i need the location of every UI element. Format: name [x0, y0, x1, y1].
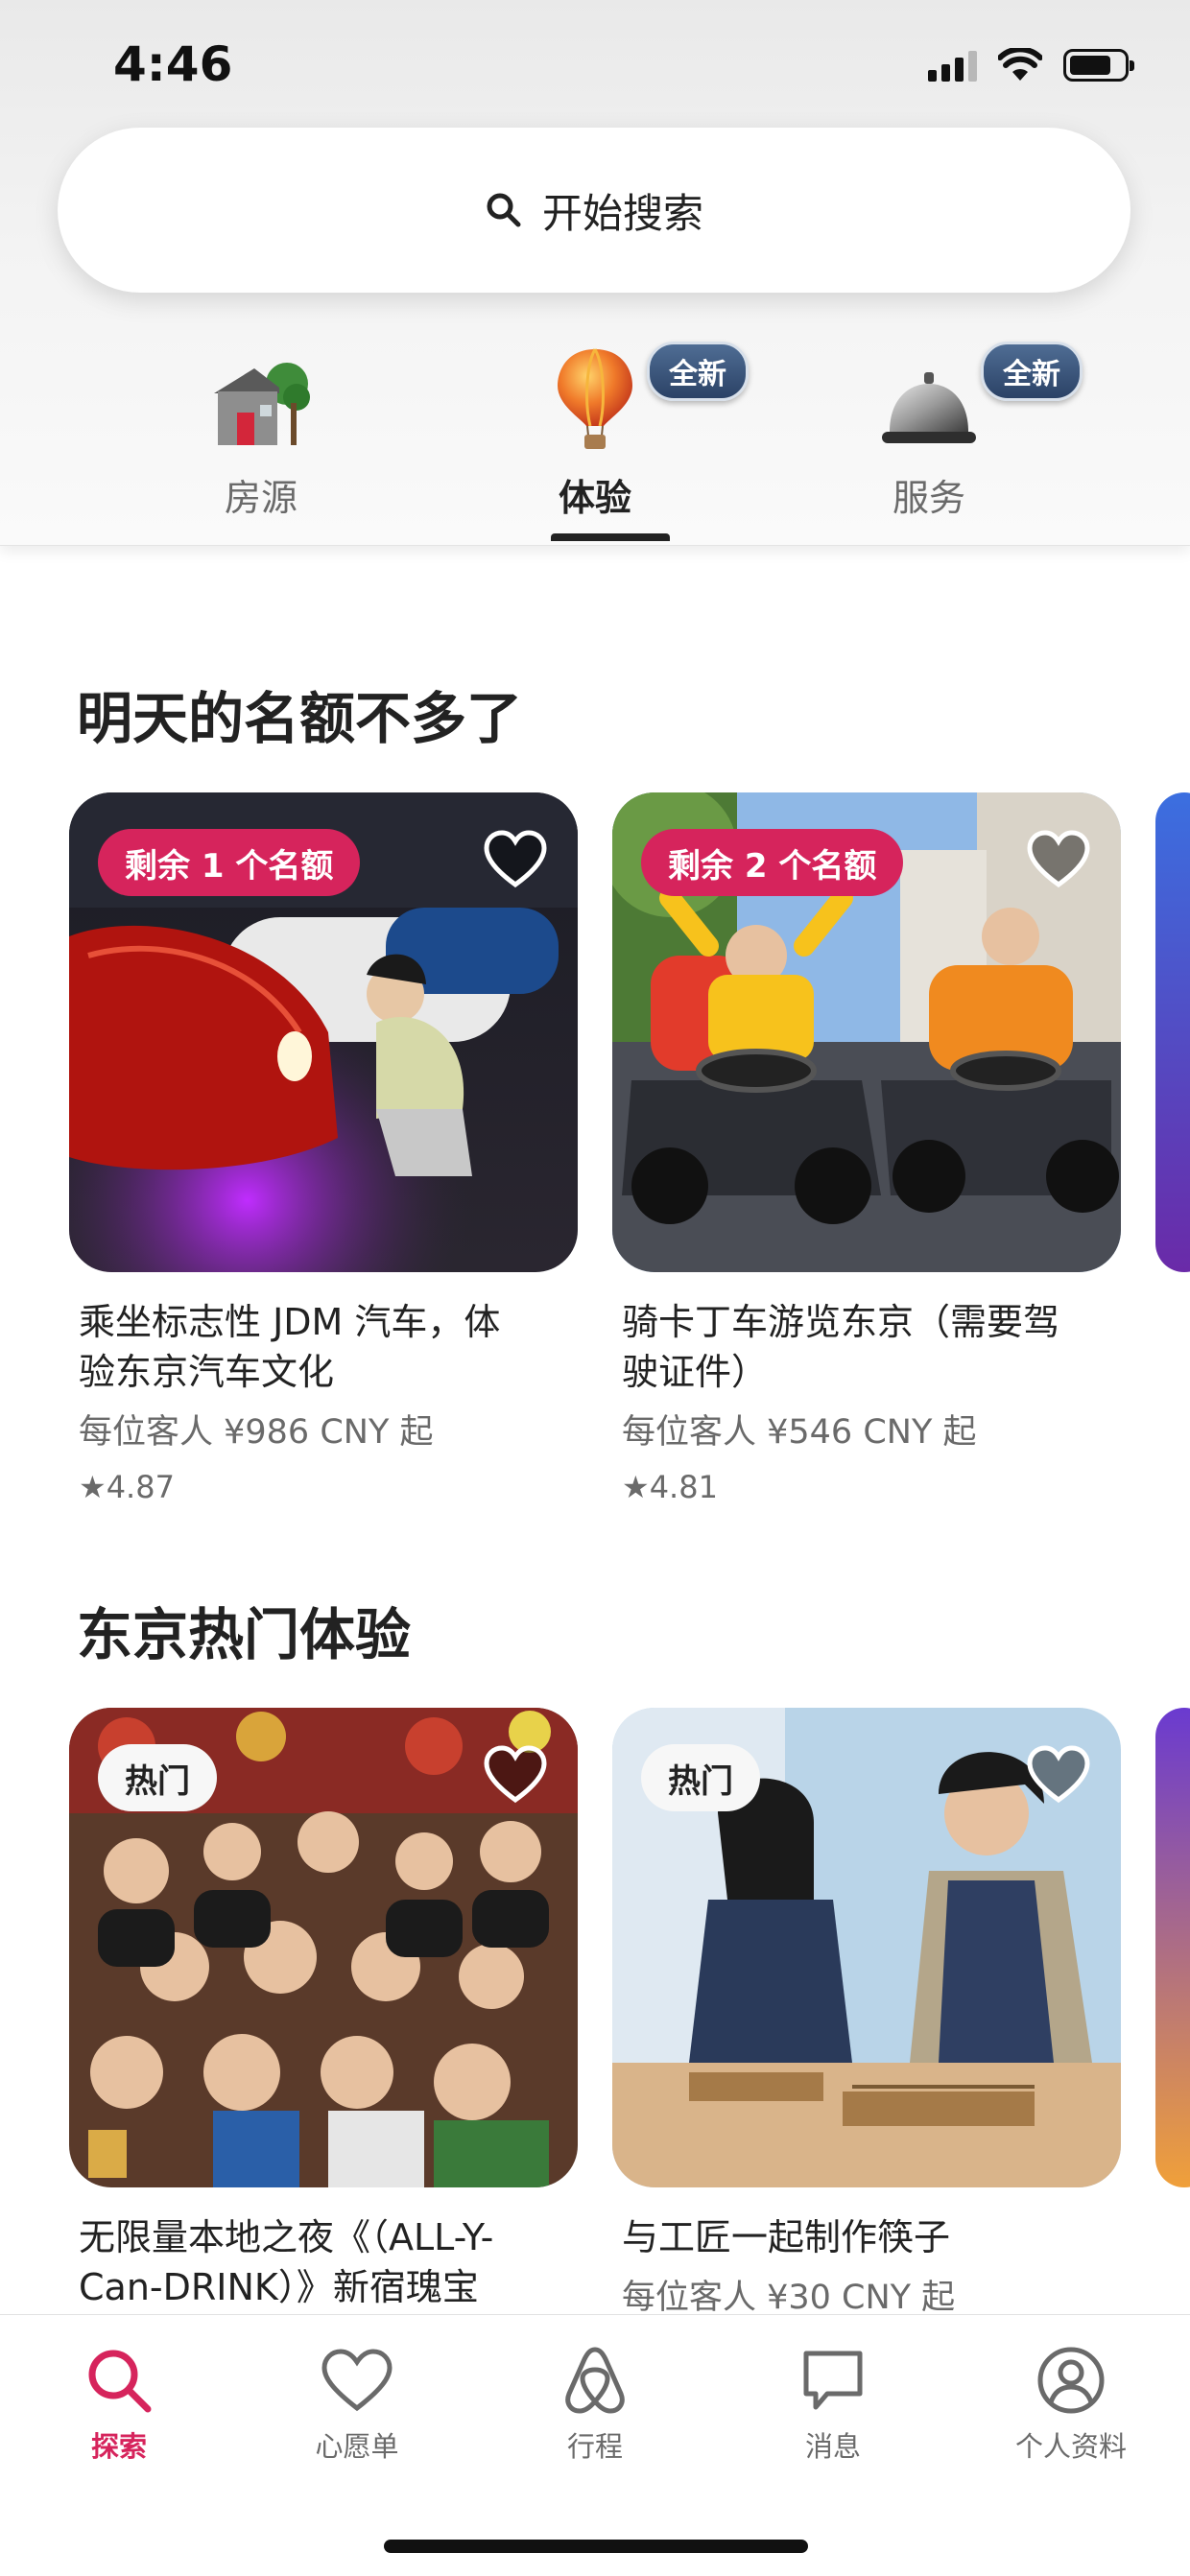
card-title: 无限量本地之夜《（ALL-Y- Can-DRINK）》新宿瑰宝	[69, 2212, 578, 2312]
tab-explore[interactable]: 探索	[23, 2342, 215, 2465]
card-title-line: Can-DRINK）》新宿瑰宝	[79, 2266, 479, 2308]
wishlist-heart-icon[interactable]	[482, 827, 549, 894]
cellular-signal-icon	[928, 49, 977, 82]
card-photo-izakaya-night: 热门	[69, 1708, 578, 2187]
category-label: 服务	[892, 477, 965, 519]
card-photo-chopstick-making: 热门	[612, 1708, 1121, 2187]
card-title: 乘坐标志性 JDM 汽车，体 验东京汽车文化	[69, 1297, 578, 1397]
section-title: 东京热门体验	[77, 1602, 412, 1667]
card-title-line: 骑卡丁车游览东京（需要驾	[622, 1301, 1060, 1343]
card-price: 每位客人 ¥986 CNY 起	[79, 1413, 434, 1452]
card-price: 每位客人 ¥30 CNY 起	[622, 2279, 956, 2317]
wishlist-heart-icon[interactable]	[1025, 827, 1092, 894]
search-bar[interactable]: 开始搜索	[58, 128, 1130, 293]
header: 4:46 开始搜索 房源 体验 全新 服务 全新	[0, 0, 1190, 546]
card-title-line: 乘坐标志性 JDM 汽车，体	[79, 1301, 501, 1343]
status-icons	[928, 46, 1134, 84]
new-badge: 全新	[647, 342, 749, 401]
popular-badge: 热门	[98, 1744, 217, 1811]
spots-left-badge: 剩余 2 个名额	[641, 829, 904, 896]
experience-card[interactable]: 热门 无限量本地之夜《（ALL-Y- Can-DRINK）》新宿瑰宝	[69, 1708, 578, 2312]
house-icon	[141, 345, 381, 451]
tab-label: 探索	[90, 2430, 147, 2463]
card-title-line: 无限量本地之夜《（ALL-Y-	[79, 2216, 494, 2258]
tab-messages[interactable]: 消息	[737, 2342, 929, 2465]
search-icon	[487, 193, 521, 227]
experience-card-peek[interactable]	[1155, 1708, 1190, 2187]
wishlist-heart-icon[interactable]	[1025, 1742, 1092, 1809]
experience-card[interactable]: 剩余 2 个名额 骑卡丁车游览东京（需要驾 驶证件） 每位客人 ¥546 CNY…	[612, 792, 1121, 1505]
bottom-tab-bar: 探索 心愿单 行程 消息 个人资料	[0, 2314, 1190, 2576]
message-icon	[737, 2342, 929, 2419]
profile-icon	[975, 2342, 1167, 2419]
tab-label: 行程	[566, 2430, 623, 2463]
experience-card[interactable]: 剩余 1 个名额 乘坐标志性 JDM 汽车，体 验东京汽车文化 每位客人 ¥98…	[69, 792, 578, 1505]
category-tab-homes[interactable]: 房源	[141, 345, 381, 521]
tab-trips[interactable]: 行程	[499, 2342, 691, 2465]
card-title: 与工匠一起制作筷子	[612, 2212, 1121, 2262]
card-rating: ★4.87	[69, 1469, 578, 1505]
active-tab-underline	[551, 533, 670, 541]
category-label: 房源	[224, 477, 298, 519]
popular-badge: 热门	[641, 1744, 760, 1811]
rating-value: 4.87	[106, 1469, 175, 1505]
wishlist-heart-icon[interactable]	[482, 1742, 549, 1809]
card-price: 每位客人 ¥546 CNY 起	[622, 1413, 977, 1452]
search-label: 开始搜索	[541, 189, 703, 237]
star-icon: ★	[622, 1469, 650, 1505]
heart-icon	[261, 2342, 453, 2419]
battery-icon	[1063, 49, 1134, 82]
tab-label: 消息	[804, 2430, 861, 2463]
card-photo-go-kart: 剩余 2 个名额	[612, 792, 1121, 1272]
card-title-line: 驶证件）	[622, 1351, 769, 1393]
airbnb-logo-icon	[499, 2342, 691, 2419]
tab-wishlists[interactable]: 心愿单	[261, 2342, 453, 2465]
search-icon	[23, 2342, 215, 2419]
rating-value: 4.81	[649, 1469, 718, 1505]
tab-label: 心愿单	[315, 2430, 399, 2463]
card-title-line: 与工匠一起制作筷子	[622, 2216, 951, 2258]
section-title: 明天的名额不多了	[77, 686, 523, 751]
card-photo-jdm-car: 剩余 1 个名额	[69, 792, 578, 1272]
card-title-line: 验东京汽车文化	[79, 1351, 335, 1393]
spots-left-badge: 剩余 1 个名额	[98, 829, 361, 896]
status-time: 4:46	[113, 36, 233, 92]
star-icon: ★	[79, 1469, 107, 1505]
card-rating: ★4.81	[612, 1469, 1121, 1505]
tab-profile[interactable]: 个人资料	[975, 2342, 1167, 2465]
wifi-icon	[998, 48, 1042, 81]
home-indicator	[384, 2540, 808, 2553]
card-title: 骑卡丁车游览东京（需要驾 驶证件）	[612, 1297, 1121, 1397]
experience-card[interactable]: 热门 与工匠一起制作筷子 每位客人 ¥30 CNY 起	[612, 1708, 1121, 2319]
tab-label: 个人资料	[1014, 2430, 1127, 2463]
experience-card-peek[interactable]	[1155, 792, 1190, 1272]
new-badge: 全新	[981, 342, 1083, 401]
category-label: 体验	[558, 477, 631, 519]
